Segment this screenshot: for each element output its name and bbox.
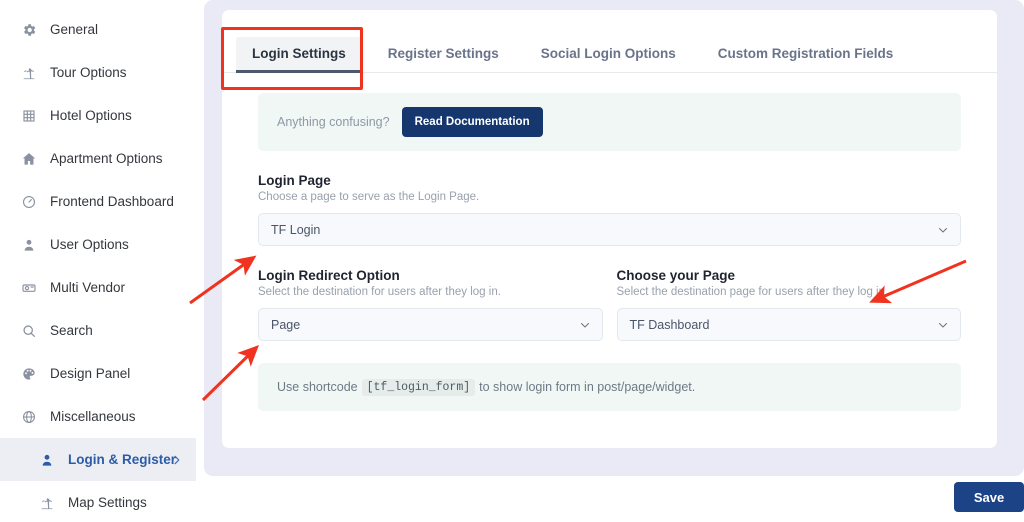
- sidebar-item-hotel-options[interactable]: Hotel Options: [0, 94, 196, 137]
- settings-screen: General Tour Options Hotel Options Apart…: [0, 0, 1024, 522]
- shortcode-note-suffix: to show login form in post/page/widget.: [479, 380, 695, 394]
- sidebar-item-label: General: [50, 22, 98, 37]
- sidebar-item-design-panel[interactable]: Design Panel: [0, 352, 196, 395]
- sidebar-item-label: Search: [50, 323, 93, 338]
- read-documentation-button[interactable]: Read Documentation: [402, 107, 543, 137]
- sidebar-item-apartment-options[interactable]: Apartment Options: [0, 137, 196, 180]
- gear-icon: [20, 21, 37, 38]
- settings-form: Anything confusing? Read Documentation L…: [222, 73, 997, 411]
- login-page-help: Choose a page to serve as the Login Page…: [258, 191, 961, 203]
- search-icon: [20, 322, 37, 339]
- login-page-select[interactable]: TF Login: [258, 213, 961, 246]
- choose-page-label: Choose your Page: [617, 268, 962, 283]
- login-redirect-field: Login Redirect Option Select the destina…: [258, 268, 603, 341]
- sidebar-item-multi-vendor[interactable]: Multi Vendor: [0, 266, 196, 309]
- sidebar-item-tour-options[interactable]: Tour Options: [0, 51, 196, 94]
- choose-page-select[interactable]: TF Dashboard: [617, 308, 962, 341]
- tab-register-settings[interactable]: Register Settings: [372, 37, 515, 72]
- documentation-question: Anything confusing?: [277, 115, 390, 129]
- save-button[interactable]: Save: [954, 482, 1024, 512]
- dashboard-icon: [20, 193, 37, 210]
- login-redirect-label: Login Redirect Option: [258, 268, 603, 283]
- sidebar-item-user-options[interactable]: User Options: [0, 223, 196, 266]
- choose-page-value: TF Dashboard: [630, 318, 710, 332]
- sidebar-item-label: User Options: [50, 237, 129, 252]
- user-icon: [20, 236, 37, 253]
- login-redirect-value: Page: [271, 318, 300, 332]
- house-icon: [20, 150, 37, 167]
- sidebar-item-label: Frontend Dashboard: [50, 194, 174, 209]
- shortcode-note: Use shortcode [tf_login_form] to show lo…: [258, 363, 961, 411]
- tab-custom-registration-fields[interactable]: Custom Registration Fields: [702, 37, 910, 72]
- login-page-label: Login Page: [258, 173, 961, 188]
- sidebar-item-label: Apartment Options: [50, 151, 163, 166]
- login-page-field: Login Page Choose a page to serve as the…: [258, 173, 961, 246]
- chevron-down-icon[interactable]: [937, 319, 949, 331]
- redirect-row: Login Redirect Option Select the destina…: [258, 268, 961, 341]
- sidebar-item-miscellaneous[interactable]: Miscellaneous: [0, 395, 196, 438]
- chevron-down-icon[interactable]: [937, 224, 949, 236]
- sidebar-item-login-register[interactable]: Login & Register: [0, 438, 196, 481]
- login-redirect-help: Select the destination for users after t…: [258, 286, 603, 298]
- chevron-down-icon[interactable]: [579, 319, 591, 331]
- sidebar-item-map-settings[interactable]: Map Settings: [0, 481, 196, 522]
- tab-bar: Login Settings Register Settings Social …: [222, 10, 997, 73]
- sidebar: General Tour Options Hotel Options Apart…: [0, 0, 196, 522]
- sidebar-item-search[interactable]: Search: [0, 309, 196, 352]
- sidebar-item-label: Tour Options: [50, 65, 127, 80]
- shortcode-note-prefix: Use shortcode: [277, 380, 358, 394]
- sidebar-item-label: Login & Register: [68, 452, 176, 467]
- login-redirect-select[interactable]: Page: [258, 308, 603, 341]
- sidebar-item-label: Hotel Options: [50, 108, 132, 123]
- choose-page-help: Select the destination page for users af…: [617, 286, 962, 298]
- tab-social-login-options[interactable]: Social Login Options: [525, 37, 692, 72]
- shortcode-value: [tf_login_form]: [362, 379, 476, 396]
- building-icon: [20, 107, 37, 124]
- sidebar-item-label: Miscellaneous: [50, 409, 136, 424]
- user-icon: [38, 451, 55, 468]
- palette-icon: [20, 365, 37, 382]
- palm-tree-icon: [38, 494, 55, 511]
- sidebar-item-label: Design Panel: [50, 366, 130, 381]
- chevron-right-icon[interactable]: [171, 454, 182, 465]
- settings-card: Login Settings Register Settings Social …: [222, 10, 997, 448]
- login-page-value: TF Login: [271, 223, 320, 237]
- footer-bar: Save: [204, 476, 1024, 522]
- sidebar-item-general[interactable]: General: [0, 8, 196, 51]
- documentation-banner: Anything confusing? Read Documentation: [258, 93, 961, 151]
- sidebar-item-label: Multi Vendor: [50, 280, 125, 295]
- tab-login-settings[interactable]: Login Settings: [236, 37, 362, 72]
- sidebar-item-label: Map Settings: [68, 495, 147, 510]
- choose-page-field: Choose your Page Select the destination …: [617, 268, 962, 341]
- palm-tree-icon: [20, 64, 37, 81]
- settings-panel-wrapper: Login Settings Register Settings Social …: [204, 0, 1024, 476]
- globe-icon: [20, 408, 37, 425]
- vendor-icon: [20, 279, 37, 296]
- sidebar-item-frontend-dashboard[interactable]: Frontend Dashboard: [0, 180, 196, 223]
